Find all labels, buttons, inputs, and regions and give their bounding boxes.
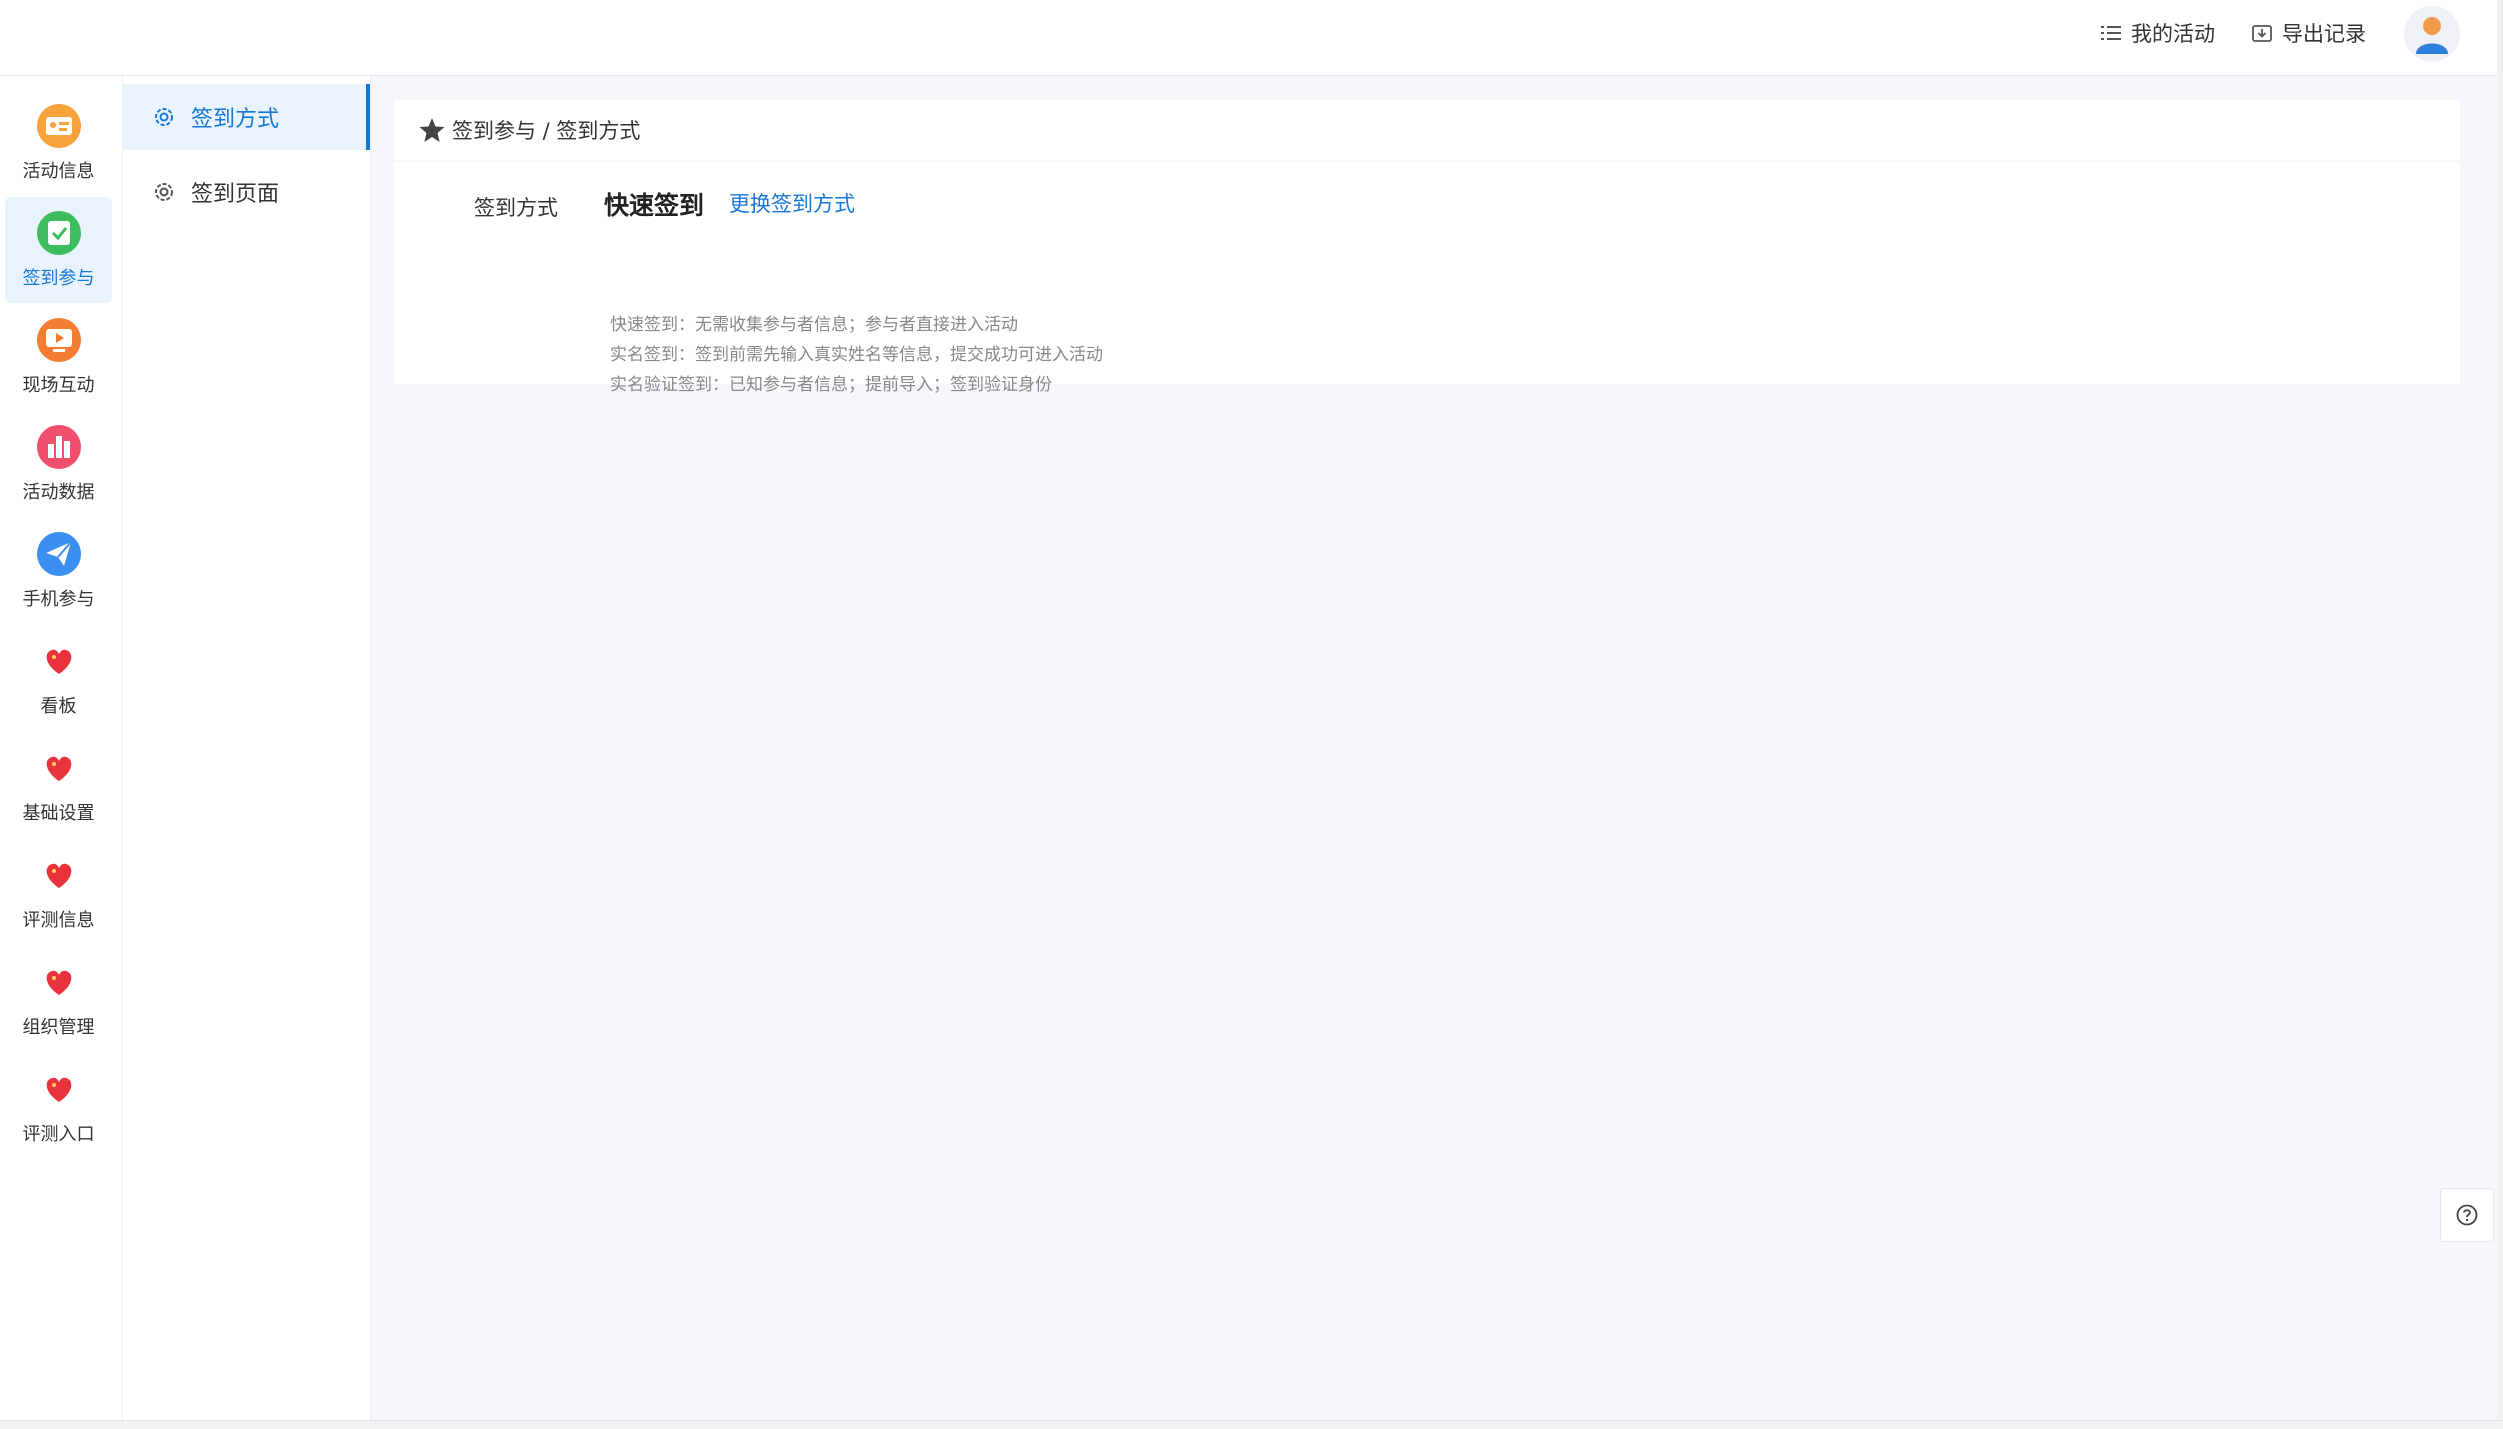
my-activities-label: 我的活动: [2131, 22, 2215, 46]
current-method: 快速签到: [604, 191, 705, 220]
id-card-icon: [36, 104, 81, 148]
change-method-link[interactable]: 更换签到方式: [729, 188, 855, 218]
checkin-icon: [36, 211, 81, 255]
rail-item-dashboard[interactable]: 看板: [5, 625, 112, 731]
rail-item-checkin[interactable]: 签到参与: [5, 197, 112, 303]
paper-plane-icon: [36, 532, 81, 576]
rail-item-label: 组织管理: [22, 1017, 95, 1038]
submenu-item-checkin-method[interactable]: 签到方式: [123, 84, 370, 150]
icon-rail: 活动信息 签到参与 现场互动 活动数据 手机参与 看板 基础设置 评测信息 组织…: [0, 76, 123, 1420]
heart-icon: [46, 970, 71, 995]
breadcrumb: 签到参与 / 签到方式: [394, 100, 2460, 160]
secondary-menu: 签到方式 签到页面: [123, 76, 371, 1420]
submenu-item-label: 签到方式: [191, 107, 280, 132]
submenu-item-checkin-page[interactable]: 签到页面: [123, 159, 370, 225]
rail-item-mobile-participation[interactable]: 手机参与: [5, 518, 112, 624]
method-description: 实名签到：签到前需先输入真实姓名等信息，提交成功可进入活动: [610, 345, 1103, 365]
heart-icon: [46, 863, 71, 888]
main-content: 签到参与 / 签到方式 签到方式 快速签到 更换签到方式 快速签到：无需收集参与…: [371, 76, 2497, 1420]
rail-item-evaluation-entry[interactable]: 评测入口: [5, 1053, 112, 1159]
rail-item-label: 签到参与: [22, 268, 95, 289]
rail-item-label: 看板: [40, 696, 77, 717]
method-description: 快速签到：无需收集参与者信息；参与者直接进入活动: [610, 315, 1018, 335]
method-description: 实名验证签到：已知参与者信息；提前导入；签到验证身份: [610, 375, 1052, 395]
heart-icon: [46, 1077, 71, 1102]
breadcrumb-text: 签到参与 / 签到方式: [452, 119, 641, 143]
scrollbar-track[interactable]: [2497, 0, 2503, 1420]
rail-item-label: 活动信息: [22, 161, 95, 182]
rail-item-activity-data[interactable]: 活动数据: [5, 411, 112, 517]
list-icon: [2101, 26, 2121, 40]
rail-item-label: 评测信息: [22, 910, 95, 931]
heart-icon: [46, 756, 71, 781]
top-header: 我的活动 导出记录: [0, 0, 2497, 76]
rail-item-label: 活动数据: [22, 482, 95, 503]
rail-item-label: 基础设置: [22, 803, 95, 824]
star-icon: [419, 118, 445, 142]
screen-play-icon: [36, 318, 81, 362]
bar-chart-icon: [36, 425, 81, 469]
help-button[interactable]: [2440, 1188, 2494, 1242]
rail-item-label: 现场互动: [22, 375, 95, 396]
rail-item-org-management[interactable]: 组织管理: [5, 946, 112, 1052]
rail-item-activity-info[interactable]: 活动信息: [5, 90, 112, 196]
avatar[interactable]: [2404, 6, 2460, 62]
export-records-button[interactable]: 导出记录: [2252, 18, 2366, 48]
rail-item-live-interaction[interactable]: 现场互动: [5, 304, 112, 410]
question-circle-icon: [2456, 1204, 2478, 1226]
gear-icon: [155, 183, 173, 201]
rail-item-basic-settings[interactable]: 基础设置: [5, 732, 112, 838]
field-label: 签到方式: [474, 196, 558, 220]
rail-item-evaluation-info[interactable]: 评测信息: [5, 839, 112, 945]
rail-item-label: 评测入口: [22, 1124, 95, 1145]
my-activities-button[interactable]: 我的活动: [2101, 18, 2215, 48]
user-avatar-icon: [2416, 17, 2448, 54]
export-records-label: 导出记录: [2282, 22, 2366, 46]
gear-icon: [155, 108, 173, 126]
checkin-method-panel: 签到方式 快速签到 更换签到方式 快速签到：无需收集参与者信息；参与者直接进入活…: [394, 162, 2460, 395]
rail-item-label: 手机参与: [22, 589, 95, 610]
heart-icon: [46, 649, 71, 674]
download-folder-icon: [2252, 25, 2272, 42]
submenu-item-label: 签到页面: [191, 182, 280, 207]
